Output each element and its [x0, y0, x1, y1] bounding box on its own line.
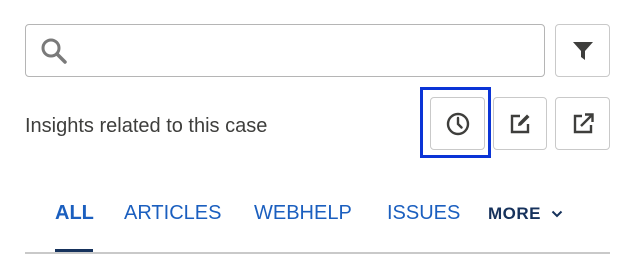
- tabs-divider: [25, 252, 610, 254]
- chevron-down-icon: [551, 210, 563, 218]
- more-label: MORE: [488, 204, 541, 223]
- open-external-icon: [573, 112, 594, 133]
- tab-articles[interactable]: ARTICLES: [124, 202, 221, 225]
- history-button[interactable]: [430, 97, 485, 150]
- search-box[interactable]: [25, 24, 545, 77]
- edit-button[interactable]: [493, 97, 547, 150]
- clock-icon: [446, 112, 469, 135]
- edit-icon: [510, 114, 530, 133]
- tab-all[interactable]: ALL: [55, 202, 94, 225]
- tab-issues[interactable]: ISSUES: [387, 202, 460, 225]
- tab-webhelp[interactable]: WEBHELP: [254, 202, 352, 225]
- search-icon: [41, 38, 67, 64]
- more-tabs-button[interactable]: MORE: [488, 204, 563, 224]
- insights-label: Insights related to this case: [25, 115, 268, 137]
- filter-button[interactable]: [555, 24, 610, 77]
- tab-bar: ALL ARTICLES WEBHELP ISSUES MORE: [25, 188, 610, 254]
- filter-icon: [572, 41, 593, 60]
- search-input[interactable]: [80, 33, 534, 69]
- open-external-button[interactable]: [555, 97, 610, 150]
